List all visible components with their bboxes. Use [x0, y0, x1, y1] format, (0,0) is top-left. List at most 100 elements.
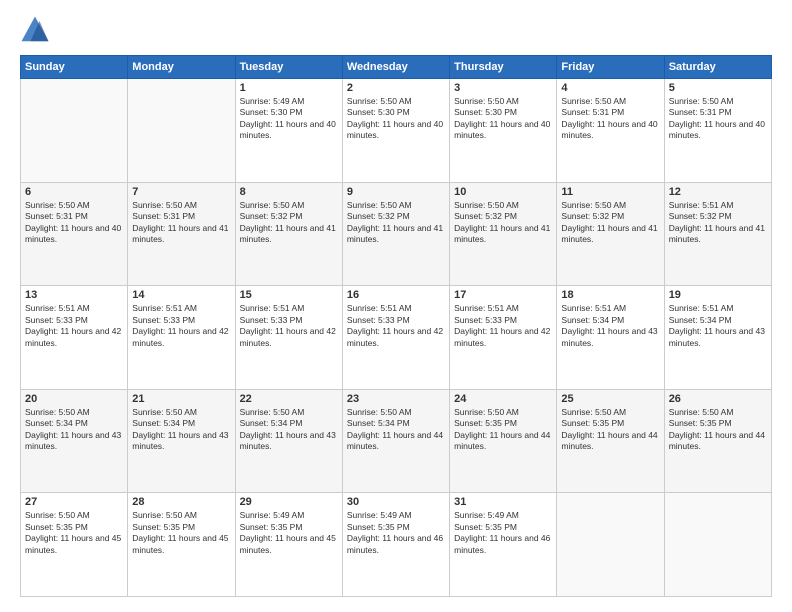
- calendar-cell: 22 Sunrise: 5:50 AM Sunset: 5:34 PM Dayli…: [235, 389, 342, 493]
- calendar-cell: 17 Sunrise: 5:51 AM Sunset: 5:33 PM Dayli…: [450, 286, 557, 390]
- day-number: 27: [25, 496, 123, 508]
- day-number: 10: [454, 186, 552, 198]
- day-info: Sunrise: 5:50 AM Sunset: 5:32 PM Dayligh…: [561, 200, 659, 246]
- day-info: Sunrise: 5:50 AM Sunset: 5:35 PM Dayligh…: [669, 407, 767, 453]
- calendar-cell: 28 Sunrise: 5:50 AM Sunset: 5:35 PM Dayli…: [128, 493, 235, 597]
- calendar-cell: [664, 493, 771, 597]
- day-info: Sunrise: 5:50 AM Sunset: 5:35 PM Dayligh…: [132, 510, 230, 556]
- day-info: Sunrise: 5:50 AM Sunset: 5:34 PM Dayligh…: [240, 407, 338, 453]
- calendar-cell: 30Sunrise: 5:49 AM Sunset: 5:35 PM Dayli…: [342, 493, 449, 597]
- calendar-cell: 9 Sunrise: 5:50 AM Sunset: 5:32 PM Daylig…: [342, 182, 449, 286]
- day-number: 17: [454, 289, 552, 301]
- day-number: 26: [669, 393, 767, 405]
- calendar-week-row: 6Sunrise: 5:50 AM Sunset: 5:31 PM Daylig…: [21, 182, 772, 286]
- calendar-header-row: SundayMondayTuesdayWednesdayThursdayFrid…: [21, 56, 772, 79]
- day-info: Sunrise: 5:50 AM Sunset: 5:31 PM Dayligh…: [561, 96, 659, 142]
- logo: [20, 15, 54, 45]
- calendar-cell: 7 Sunrise: 5:50 AM Sunset: 5:31 PM Daylig…: [128, 182, 235, 286]
- day-info: Sunrise: 5:50 AM Sunset: 5:31 PM Dayligh…: [669, 96, 767, 142]
- day-number: 18: [561, 289, 659, 301]
- calendar-week-row: 27 Sunrise: 5:50 AM Sunset: 5:35 PM Dayli…: [21, 493, 772, 597]
- day-info: Sunrise: 5:50 AM Sunset: 5:34 PM Dayligh…: [25, 407, 123, 453]
- day-info: Sunrise: 5:51 AM Sunset: 5:33 PM Dayligh…: [454, 303, 552, 349]
- header: [20, 15, 772, 45]
- calendar-cell: 5 Sunrise: 5:50 AM Sunset: 5:31 PM Daylig…: [664, 79, 771, 183]
- day-number: 3: [454, 82, 552, 94]
- day-number: 12: [669, 186, 767, 198]
- calendar-cell: 10 Sunrise: 5:50 AM Sunset: 5:32 PM Dayli…: [450, 182, 557, 286]
- weekday-header-thursday: Thursday: [450, 56, 557, 79]
- day-info: Sunrise: 5:50 AM Sunset: 5:30 PM Dayligh…: [347, 96, 445, 142]
- day-info: Sunrise: 5:51 AM Sunset: 5:33 PM Dayligh…: [240, 303, 338, 349]
- calendar-cell: 31 Sunrise: 5:49 AM Sunset: 5:35 PM Dayli…: [450, 493, 557, 597]
- weekday-header-monday: Monday: [128, 56, 235, 79]
- page: SundayMondayTuesdayWednesdayThursdayFrid…: [0, 0, 792, 612]
- day-info: Sunrise: 5:50 AM Sunset: 5:32 PM Dayligh…: [347, 200, 445, 246]
- day-info: Sunrise: 5:50 AM Sunset: 5:31 PM Dayligh…: [25, 200, 123, 246]
- day-number: 25: [561, 393, 659, 405]
- day-info: Sunrise: 5:50 AM Sunset: 5:35 PM Dayligh…: [25, 510, 123, 556]
- day-info: Sunrise: 5:50 AM Sunset: 5:30 PM Dayligh…: [454, 96, 552, 142]
- calendar-cell: 16Sunrise: 5:51 AM Sunset: 5:33 PM Dayli…: [342, 286, 449, 390]
- calendar-cell: 27 Sunrise: 5:50 AM Sunset: 5:35 PM Dayli…: [21, 493, 128, 597]
- day-number: 15: [240, 289, 338, 301]
- day-info: Sunrise: 5:49 AM Sunset: 5:35 PM Dayligh…: [454, 510, 552, 556]
- calendar-table: SundayMondayTuesdayWednesdayThursdayFrid…: [20, 55, 772, 597]
- day-number: 5: [669, 82, 767, 94]
- calendar-cell: [21, 79, 128, 183]
- day-number: 4: [561, 82, 659, 94]
- day-info: Sunrise: 5:50 AM Sunset: 5:34 PM Dayligh…: [347, 407, 445, 453]
- calendar-cell: 21Sunrise: 5:50 AM Sunset: 5:34 PM Dayli…: [128, 389, 235, 493]
- day-number: 1: [240, 82, 338, 94]
- calendar-cell: 26 Sunrise: 5:50 AM Sunset: 5:35 PM Dayli…: [664, 389, 771, 493]
- calendar-cell: 1 Sunrise: 5:49 AM Sunset: 5:30 PM Daylig…: [235, 79, 342, 183]
- calendar-week-row: 20 Sunrise: 5:50 AM Sunset: 5:34 PM Dayli…: [21, 389, 772, 493]
- day-number: 21: [132, 393, 230, 405]
- day-number: 14: [132, 289, 230, 301]
- day-number: 7: [132, 186, 230, 198]
- day-info: Sunrise: 5:49 AM Sunset: 5:30 PM Dayligh…: [240, 96, 338, 142]
- calendar-cell: [128, 79, 235, 183]
- day-info: Sunrise: 5:49 AM Sunset: 5:35 PM Dayligh…: [240, 510, 338, 556]
- day-info: Sunrise: 5:51 AM Sunset: 5:34 PM Dayligh…: [669, 303, 767, 349]
- day-info: Sunrise: 5:50 AM Sunset: 5:31 PM Dayligh…: [132, 200, 230, 246]
- calendar-cell: 18Sunrise: 5:51 AM Sunset: 5:34 PM Dayli…: [557, 286, 664, 390]
- weekday-header-tuesday: Tuesday: [235, 56, 342, 79]
- calendar-cell: 19 Sunrise: 5:51 AM Sunset: 5:34 PM Dayli…: [664, 286, 771, 390]
- day-info: Sunrise: 5:50 AM Sunset: 5:35 PM Dayligh…: [454, 407, 552, 453]
- day-number: 22: [240, 393, 338, 405]
- calendar-cell: [557, 493, 664, 597]
- day-info: Sunrise: 5:51 AM Sunset: 5:32 PM Dayligh…: [669, 200, 767, 246]
- calendar-cell: 12 Sunrise: 5:51 AM Sunset: 5:32 PM Dayli…: [664, 182, 771, 286]
- day-number: 29: [240, 496, 338, 508]
- day-info: Sunrise: 5:51 AM Sunset: 5:33 PM Dayligh…: [25, 303, 123, 349]
- day-number: 28: [132, 496, 230, 508]
- day-number: 31: [454, 496, 552, 508]
- calendar-cell: 25 Sunrise: 5:50 AM Sunset: 5:35 PM Dayli…: [557, 389, 664, 493]
- day-number: 8: [240, 186, 338, 198]
- day-number: 9: [347, 186, 445, 198]
- day-number: 30: [347, 496, 445, 508]
- calendar-cell: 3 Sunrise: 5:50 AM Sunset: 5:30 PM Daylig…: [450, 79, 557, 183]
- day-info: Sunrise: 5:50 AM Sunset: 5:35 PM Dayligh…: [561, 407, 659, 453]
- day-number: 2: [347, 82, 445, 94]
- day-info: Sunrise: 5:50 AM Sunset: 5:32 PM Dayligh…: [454, 200, 552, 246]
- weekday-header-wednesday: Wednesday: [342, 56, 449, 79]
- day-number: 19: [669, 289, 767, 301]
- calendar-week-row: 13Sunrise: 5:51 AM Sunset: 5:33 PM Dayli…: [21, 286, 772, 390]
- day-info: Sunrise: 5:51 AM Sunset: 5:33 PM Dayligh…: [347, 303, 445, 349]
- day-number: 20: [25, 393, 123, 405]
- calendar-cell: 11Sunrise: 5:50 AM Sunset: 5:32 PM Dayli…: [557, 182, 664, 286]
- day-number: 24: [454, 393, 552, 405]
- calendar-cell: 20 Sunrise: 5:50 AM Sunset: 5:34 PM Dayli…: [21, 389, 128, 493]
- calendar-cell: 6Sunrise: 5:50 AM Sunset: 5:31 PM Daylig…: [21, 182, 128, 286]
- weekday-header-sunday: Sunday: [21, 56, 128, 79]
- calendar-week-row: 1 Sunrise: 5:49 AM Sunset: 5:30 PM Daylig…: [21, 79, 772, 183]
- calendar-cell: 2 Sunrise: 5:50 AM Sunset: 5:30 PM Daylig…: [342, 79, 449, 183]
- logo-icon: [20, 15, 50, 45]
- calendar-cell: 29 Sunrise: 5:49 AM Sunset: 5:35 PM Dayli…: [235, 493, 342, 597]
- calendar-cell: 24 Sunrise: 5:50 AM Sunset: 5:35 PM Dayli…: [450, 389, 557, 493]
- calendar-cell: 13Sunrise: 5:51 AM Sunset: 5:33 PM Dayli…: [21, 286, 128, 390]
- calendar-cell: 4 Sunrise: 5:50 AM Sunset: 5:31 PM Daylig…: [557, 79, 664, 183]
- weekday-header-friday: Friday: [557, 56, 664, 79]
